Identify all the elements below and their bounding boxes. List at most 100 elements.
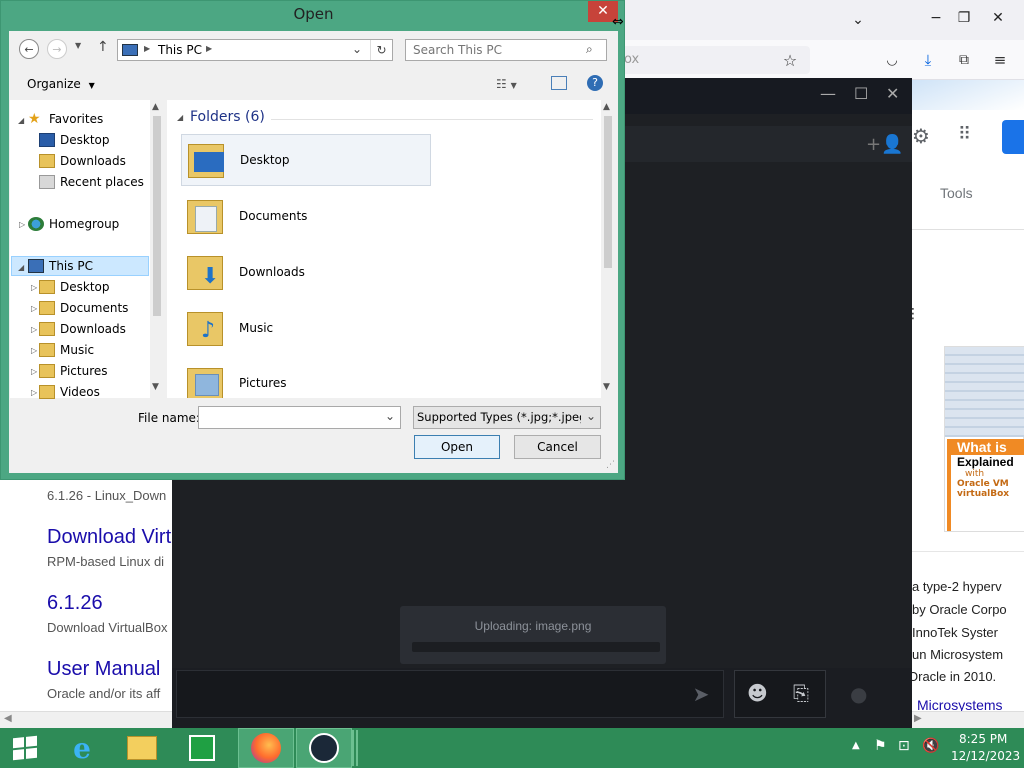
video-thumbnail[interactable]: What is Explained with Oracle VM virtual… — [944, 346, 1024, 532]
clock-date[interactable]: 12/12/2023 — [951, 749, 1020, 763]
taskbar-file-explorer[interactable] — [114, 728, 170, 768]
open-button[interactable]: Open — [414, 435, 500, 459]
content-scroll-thumb[interactable] — [604, 116, 612, 268]
address-dropdown-icon[interactable]: ⌄ — [352, 42, 362, 56]
voice-icon[interactable]: ● — [850, 682, 867, 706]
volume-muted-icon[interactable]: 🔇 — [922, 738, 939, 754]
search-input[interactable] — [406, 40, 582, 60]
address-bar[interactable]: ▶ This PC ▶ ⌄ ↻ — [117, 39, 393, 61]
folder-item-music[interactable]: ♪ Music — [181, 302, 431, 354]
search-icon[interactable]: ⌕ — [586, 42, 593, 57]
result-link-version[interactable]: 6.1.26 — [47, 592, 103, 615]
nav-homegroup[interactable]: Homegroup — [28, 214, 119, 234]
filename-combobox[interactable]: ⌄ — [198, 406, 401, 429]
bookmark-star-icon[interactable]: ☆ — [778, 48, 802, 72]
search-box[interactable]: ⌕ — [405, 39, 607, 61]
add-friend-icon[interactable]: +👤 — [866, 134, 904, 155]
nav-pc-videos[interactable]: Videos — [39, 382, 100, 402]
filename-dropdown-icon[interactable]: ⌄ — [385, 409, 395, 423]
forward-button[interactable]: → — [47, 39, 67, 59]
tab-list-chevron-icon[interactable]: ⌄ — [848, 10, 868, 30]
folder-item-pictures[interactable]: Pictures — [181, 358, 431, 398]
minimize-icon[interactable]: − — [924, 8, 948, 28]
expand-favorites-icon[interactable]: ◢ — [18, 116, 24, 125]
result-link-manual[interactable]: User Manual — [47, 658, 160, 681]
menu-icon[interactable]: ≡ — [988, 48, 1012, 72]
nav-fav-desktop[interactable]: Desktop — [39, 130, 110, 150]
restore-icon[interactable]: ❐ — [952, 8, 976, 28]
folder-item-documents[interactable]: Documents — [181, 190, 431, 242]
view-options-icon[interactable]: ☷ ▼ — [496, 77, 517, 91]
network-icon[interactable]: ⊡ — [898, 738, 910, 754]
steam-close-icon[interactable]: ✕ — [886, 84, 899, 103]
send-button[interactable]: ➤ — [678, 670, 724, 718]
folder-item-downloads[interactable]: ⬇ Downloads — [181, 246, 431, 298]
folder-item-desktop[interactable]: Desktop — [181, 134, 431, 186]
taskbar-internet-explorer[interactable]: e — [54, 728, 110, 768]
preview-pane-icon[interactable] — [551, 76, 567, 90]
apps-grid-icon[interactable]: ⠿ — [958, 124, 971, 145]
filetype-select[interactable]: Supported Types (*.jpg;*.jpeg;* ⌄ — [413, 406, 601, 429]
nav-pc-downloads[interactable]: Downloads — [39, 319, 126, 339]
horizontal-scrollbar[interactable]: ◀ — [0, 711, 172, 728]
nav-scrollbar[interactable]: ▲ ▼ — [150, 100, 164, 398]
taskbar-firefox[interactable] — [238, 728, 294, 768]
refresh-icon[interactable]: ↻ — [370, 40, 392, 60]
downloads-icon[interactable]: ⤓ — [916, 48, 940, 72]
sign-in-button[interactable] — [1002, 120, 1024, 154]
nav-pc-desktop[interactable]: Desktop — [39, 277, 110, 297]
nav-favorites[interactable]: ★ Favorites — [28, 109, 103, 129]
taskbar-steam[interactable] — [296, 728, 352, 768]
breadcrumb-this-pc[interactable]: This PC — [158, 43, 202, 57]
steam-maximize-icon[interactable]: ☐ — [854, 84, 868, 103]
chat-message-input[interactable] — [176, 670, 724, 718]
action-center-flag-icon[interactable]: ⚑ — [874, 738, 887, 754]
expand-homegroup-icon[interactable]: ▷ — [19, 220, 25, 229]
content-scrollbar[interactable]: ▲ ▼ — [601, 100, 615, 398]
nav-pc-music[interactable]: Music — [39, 340, 94, 360]
resize-grip-icon[interactable]: ⋰ — [606, 460, 615, 470]
emoticon-button[interactable]: ☻ ⎘ — [734, 670, 826, 718]
attach-icon[interactable]: ⎘ — [793, 681, 809, 705]
start-button[interactable] — [0, 728, 50, 768]
expand-icon[interactable]: ▷ — [31, 304, 37, 313]
organize-button[interactable]: Organize ▼ — [27, 77, 95, 91]
filename-input[interactable] — [199, 407, 379, 428]
scroll-up-arrow-icon[interactable]: ▲ — [152, 102, 159, 112]
close-icon[interactable]: ✕ — [986, 8, 1010, 28]
nav-fav-downloads[interactable]: Downloads — [39, 151, 126, 171]
scroll-up-arrow-icon[interactable]: ▲ — [603, 102, 610, 112]
scroll-right-arrow-icon[interactable]: ▶ — [914, 713, 922, 724]
group-collapse-icon[interactable]: ◢ — [177, 113, 183, 122]
tools-tab[interactable]: Tools — [940, 185, 973, 201]
steam-minimize-icon[interactable]: — — [820, 84, 836, 103]
nav-pc-documents[interactable]: Documents — [39, 298, 128, 318]
cancel-button[interactable]: Cancel — [514, 435, 601, 459]
emoji-icon[interactable]: ☻ — [747, 681, 768, 705]
expand-thispc-icon[interactable]: ◢ — [18, 263, 24, 272]
recent-locations-chevron-icon[interactable]: ▼ — [75, 41, 81, 50]
group-header[interactable]: Folders (6) — [190, 109, 265, 125]
nav-fav-recent[interactable]: Recent places — [39, 172, 144, 192]
horizontal-scrollbar-right[interactable]: ▶ — [912, 711, 1024, 728]
taskbar-store[interactable] — [174, 728, 230, 768]
expand-icon[interactable]: ▷ — [31, 325, 37, 334]
show-hidden-icons-icon[interactable]: ▲ — [852, 740, 860, 751]
result-link-download[interactable]: Download Virt — [47, 526, 171, 549]
filetype-dropdown-icon[interactable]: ⌄ — [586, 409, 596, 423]
clock-time[interactable]: 8:25 PM — [959, 732, 1007, 746]
settings-gear-icon[interactable]: ⚙ — [912, 124, 930, 148]
scroll-down-arrow-icon[interactable]: ▼ — [152, 382, 159, 392]
back-button[interactable]: ← — [19, 39, 39, 59]
help-icon[interactable]: ? — [587, 75, 603, 91]
nav-thispc[interactable]: This PC — [28, 256, 93, 276]
expand-icon[interactable]: ▷ — [31, 283, 37, 292]
nav-scroll-thumb[interactable] — [153, 116, 161, 316]
expand-icon[interactable]: ▷ — [31, 367, 37, 376]
scroll-left-arrow-icon[interactable]: ◀ — [4, 713, 12, 724]
pocket-icon[interactable]: ◡ — [880, 48, 904, 72]
nav-pc-pictures[interactable]: Pictures — [39, 361, 108, 381]
scroll-down-arrow-icon[interactable]: ▼ — [603, 382, 610, 392]
up-button[interactable]: ↑ — [97, 39, 109, 55]
expand-icon[interactable]: ▷ — [31, 388, 37, 397]
